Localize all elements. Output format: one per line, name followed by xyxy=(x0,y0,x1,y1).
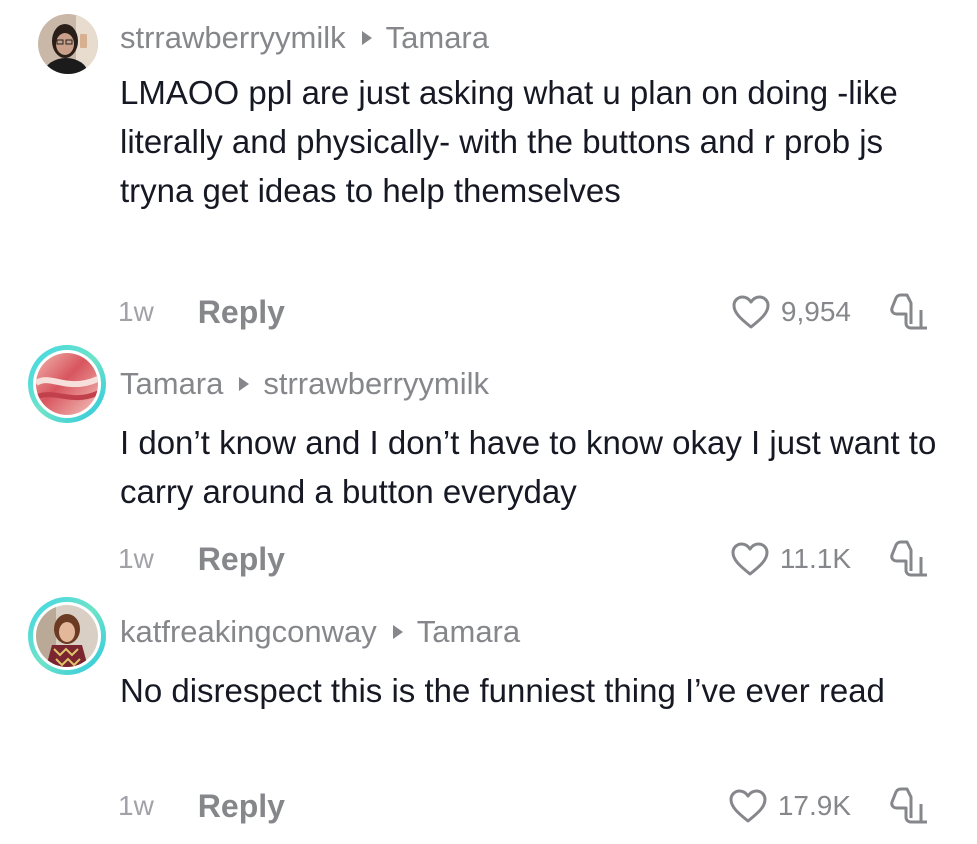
avatar-image xyxy=(36,353,98,415)
author-name[interactable]: strrawberryymilk xyxy=(120,20,346,56)
heart-outline-icon xyxy=(732,295,770,329)
dislike-button[interactable] xyxy=(885,786,933,826)
avatar[interactable] xyxy=(28,345,106,423)
like-count: 9,954 xyxy=(780,296,851,327)
avatar[interactable] xyxy=(28,597,106,675)
comment-text: No disrespect this is the funniest thing… xyxy=(120,672,885,709)
comment-text: LMAOO ppl are just asking what u plan on… xyxy=(120,74,898,209)
reply-button[interactable]: Reply xyxy=(198,541,285,578)
comment-age: 1w xyxy=(118,790,154,821)
comment-meta: 1w Reply xyxy=(118,292,285,332)
dislike-button[interactable] xyxy=(885,539,933,579)
thumbs-down-outline-icon xyxy=(890,540,927,577)
comment-meta: 1w Reply xyxy=(118,786,285,826)
reply-to-name[interactable]: Tamara xyxy=(417,614,520,650)
comment-age: 1w xyxy=(118,543,154,574)
comment-header: Tamara strrawberryymilk xyxy=(120,364,489,404)
like-button[interactable]: 11.1K xyxy=(730,539,851,579)
heart-outline-icon xyxy=(729,789,767,823)
reply-button[interactable]: Reply xyxy=(198,788,285,825)
comment-header: strrawberryymilk Tamara xyxy=(120,18,489,58)
heart-outline-icon xyxy=(731,542,769,576)
comment-header: katfreakingconway Tamara xyxy=(120,612,520,652)
like-count: 17.9K xyxy=(777,790,851,821)
reply-to-name[interactable]: Tamara xyxy=(386,20,489,56)
author-name[interactable]: katfreakingconway xyxy=(120,614,377,650)
avatar-ring-inner xyxy=(33,602,101,670)
triangle-right-icon xyxy=(361,31,372,45)
reply-button[interactable]: Reply xyxy=(198,294,285,331)
triangle-right-icon xyxy=(239,377,250,391)
like-button[interactable]: 17.9K xyxy=(728,786,851,826)
avatar-ring-inner xyxy=(33,350,101,418)
thumbs-down-outline-icon xyxy=(890,293,927,330)
comment-meta: 1w Reply xyxy=(118,539,285,579)
comment-text: I don’t know and I don’t have to know ok… xyxy=(120,424,937,510)
triangle-right-icon xyxy=(392,625,403,639)
like-count: 11.1K xyxy=(779,543,851,574)
comment-age: 1w xyxy=(118,296,154,327)
author-name[interactable]: Tamara xyxy=(120,366,223,402)
like-button[interactable]: 9,954 xyxy=(731,292,851,332)
thumbs-down-outline-icon xyxy=(890,787,927,824)
avatar-image xyxy=(36,605,98,667)
avatar[interactable] xyxy=(38,14,98,74)
reply-to-name[interactable]: strrawberryymilk xyxy=(263,366,489,402)
dislike-button[interactable] xyxy=(885,292,933,332)
